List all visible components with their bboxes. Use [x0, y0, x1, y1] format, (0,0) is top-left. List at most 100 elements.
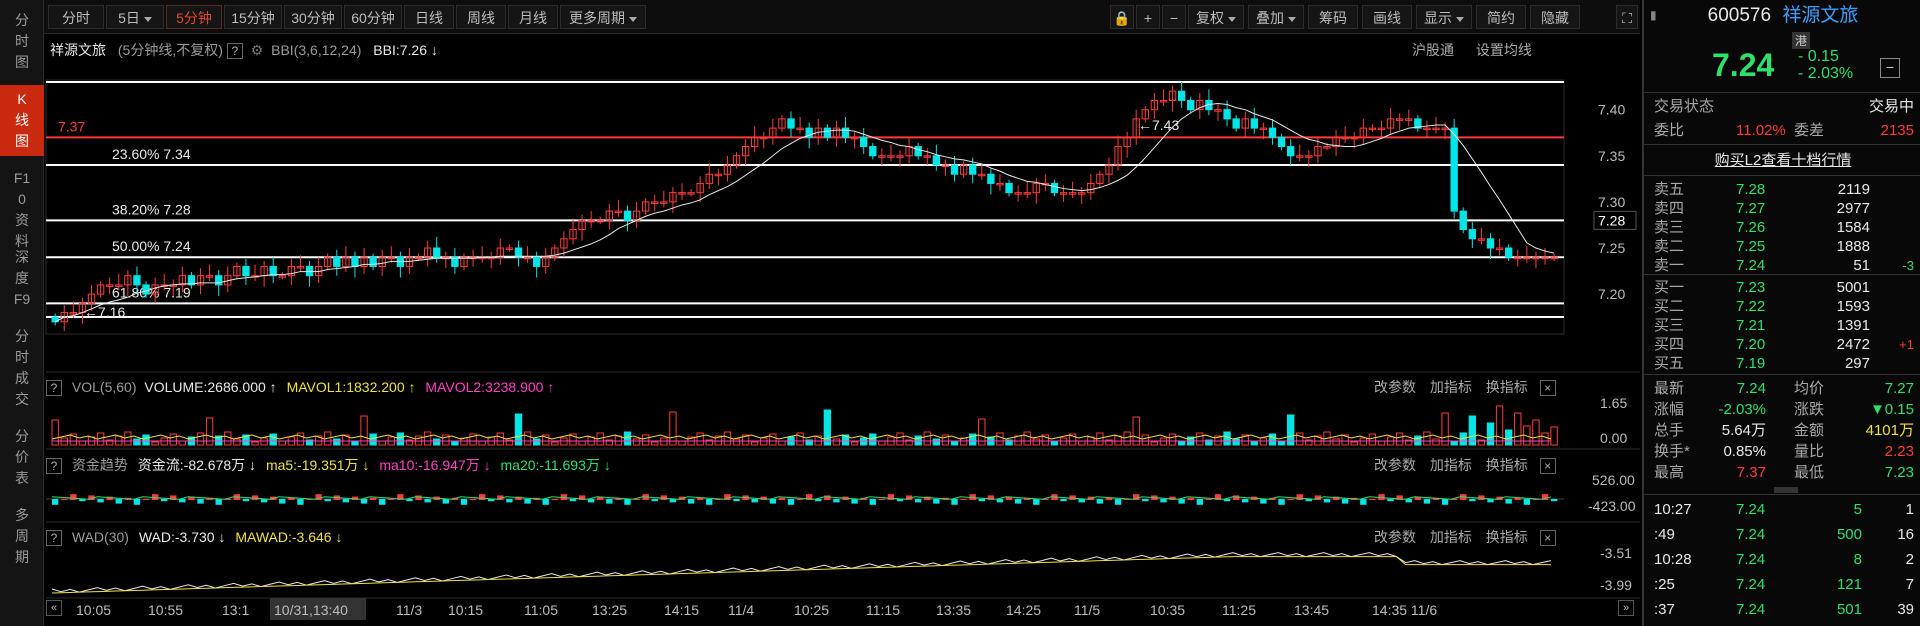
candle [1286, 139, 1295, 165]
period-btn-2[interactable]: 5分钟 [166, 5, 222, 29]
panel-resize-handle[interactable] [1774, 487, 1798, 493]
fund-bar [651, 499, 658, 502]
switch-indicator-link[interactable]: 换指标 [1486, 529, 1528, 545]
left-tab-6[interactable]: 多周期 [0, 501, 44, 572]
candle [369, 253, 377, 271]
tick-price: 7.24 [1736, 576, 1766, 593]
close-icon[interactable]: × [1539, 458, 1556, 475]
stat-row: 换手* 0.85% 量比 2.23 [1644, 440, 1920, 463]
period-btn-4[interactable]: 30分钟 [284, 5, 342, 29]
lock-icon[interactable]: 🔒 [1110, 5, 1134, 29]
fund-bar [551, 499, 558, 500]
left-tab-1[interactable]: K线图 [0, 85, 44, 156]
fib-label: 23.60% 7.34 [112, 146, 191, 162]
fund-bar [424, 499, 431, 503]
scroll-right-icon[interactable]: » [1618, 600, 1634, 616]
fund-bar [1423, 499, 1431, 504]
scroll-left-icon[interactable]: « [46, 600, 62, 616]
change-params-link[interactable]: 改参数 [1374, 457, 1416, 473]
tool-btn-6[interactable]: 隐藏 [1530, 5, 1580, 29]
wad-axis-label: -3.99 [1600, 577, 1632, 593]
candle [1277, 133, 1286, 151]
volume-bar [1050, 441, 1059, 446]
stat-label: 涨跌 [1794, 401, 1825, 418]
fund-bar [1033, 499, 1040, 505]
period-btn-5[interactable]: 60分钟 [344, 5, 402, 29]
volume-bar [1223, 431, 1231, 446]
add-indicator-link[interactable]: 加指标 [1430, 457, 1472, 473]
fund-bar [1369, 499, 1376, 500]
price-axis-label: 7.20 [1598, 286, 1625, 302]
change-params-link[interactable]: 改参数 [1374, 379, 1416, 395]
fund-bar [142, 499, 150, 500]
time-axis-label: 11/3 [396, 602, 422, 618]
candle [1504, 244, 1513, 261]
fund-axis-label: 526.00 [1592, 472, 1635, 488]
fund-title[interactable]: 资金趋势 [72, 457, 128, 473]
help-icon[interactable]: ? [46, 458, 62, 475]
tool-btn-3[interactable]: 画线 [1362, 5, 1412, 29]
tool-btn-4[interactable]: 显示 [1416, 5, 1472, 29]
volume-bar [1368, 433, 1377, 446]
change-params-link[interactable]: 改参数 [1374, 529, 1416, 545]
left-tab-5[interactable]: 分价表 [0, 422, 44, 493]
tool-btn-0[interactable]: 复权 [1188, 5, 1244, 29]
candle [1550, 253, 1558, 261]
candle [959, 161, 968, 178]
period-btn-8[interactable]: 月线 [508, 5, 558, 29]
volume-bar [1268, 433, 1277, 446]
stat-value: 7.37 [1736, 464, 1766, 481]
wad-title[interactable]: WAD(30) [72, 529, 129, 545]
fund-bar [1360, 499, 1367, 505]
period-btn-3[interactable]: 15分钟 [224, 5, 282, 29]
period-btn-9[interactable]: 更多周期 [560, 5, 646, 29]
tool-label: 复权 [1196, 10, 1224, 26]
candle [614, 200, 623, 217]
fund-bar [342, 499, 350, 503]
add-indicator-link[interactable]: 加指标 [1430, 529, 1472, 545]
bids-row[interactable]: 买五 7.19 297 [1644, 352, 1920, 375]
tick-row: :49 7.24 500 16 [1644, 523, 1920, 546]
zoom-in-icon[interactable]: + [1136, 5, 1160, 29]
fund-bar [878, 499, 886, 500]
zoom-out-icon[interactable]: − [1162, 5, 1186, 29]
switch-indicator-link[interactable]: 换指标 [1486, 457, 1528, 473]
fund-bar [52, 499, 59, 505]
tool-label: 筹码 [1319, 10, 1347, 26]
candle [705, 163, 713, 189]
collapse-icon[interactable]: − [1880, 58, 1900, 78]
help-icon[interactable]: ? [46, 380, 62, 397]
help-icon[interactable]: ? [46, 530, 62, 547]
close-icon[interactable]: × [1539, 530, 1556, 547]
vol-title[interactable]: VOL(5,60) [72, 379, 137, 395]
fullscreen-icon[interactable]: ⛶ [1616, 5, 1638, 29]
candle [1168, 85, 1177, 112]
period-btn-6[interactable]: 日线 [404, 5, 454, 29]
left-tab-3[interactable]: 深度F9 [0, 243, 44, 314]
menu-icon[interactable]: ▮ [1650, 8, 1660, 24]
tool-btn-1[interactable]: 叠加 [1248, 5, 1304, 29]
left-tab-4[interactable]: 分时成交 [0, 322, 44, 414]
candle [1532, 251, 1540, 269]
volume-bar [678, 440, 686, 446]
buy-l2-link[interactable]: 购买L2查看十档行情 [1644, 149, 1920, 172]
fund-bar [369, 497, 377, 500]
left-tab-0[interactable]: 分时图 [0, 6, 44, 77]
left-tab-2[interactable]: F10资料 [0, 164, 44, 249]
fund-bar [97, 499, 104, 503]
price-axis-label: 7.35 [1598, 148, 1625, 164]
stock-name[interactable]: 祥源文旅 [1782, 5, 1858, 26]
period-label: 5日 [118, 10, 140, 26]
period-label: 更多周期 [569, 10, 625, 26]
switch-indicator-link[interactable]: 换指标 [1486, 379, 1528, 395]
period-btn-1[interactable]: 5日 [106, 5, 164, 29]
tool-btn-2[interactable]: 筹码 [1308, 5, 1358, 29]
volume-bar [1486, 422, 1495, 446]
period-btn-7[interactable]: 周线 [456, 5, 506, 29]
period-btn-0[interactable]: 分时 [48, 5, 104, 29]
fund-bar [360, 499, 368, 504]
add-indicator-link[interactable]: 加指标 [1430, 379, 1472, 395]
left-tab-bar: 分时图 K线图 F10资料 深度F9 分时成交分价表多周期 [0, 0, 44, 626]
close-icon[interactable]: × [1539, 380, 1556, 397]
tool-btn-5[interactable]: 简约 [1476, 5, 1526, 29]
